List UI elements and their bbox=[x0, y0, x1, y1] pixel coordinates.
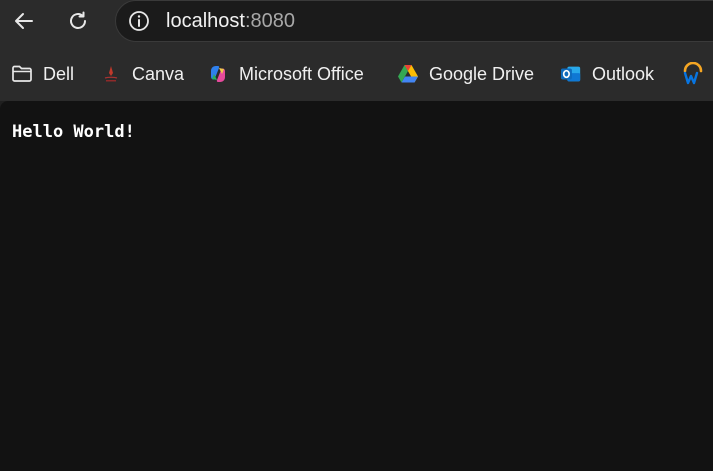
bookmark-microsoft-office[interactable]: Microsoft Office bbox=[207, 58, 364, 90]
bookmark-workday[interactable] bbox=[682, 58, 713, 90]
outlook-icon bbox=[560, 63, 582, 85]
bookmark-google-drive[interactable]: Google Drive bbox=[397, 58, 534, 90]
browser-chrome: localhost:8080 Dell Canva Microsoft Offi… bbox=[0, 0, 713, 101]
bookmark-canva[interactable]: Canva bbox=[100, 58, 184, 90]
folder-icon bbox=[11, 63, 33, 85]
bookmark-label: Microsoft Office bbox=[239, 63, 364, 84]
hello-text: Hello World! bbox=[12, 122, 135, 142]
bookmark-dell[interactable]: Dell bbox=[11, 58, 74, 90]
address-bar[interactable]: localhost:8080 bbox=[115, 0, 713, 42]
info-icon bbox=[129, 11, 149, 31]
url-text[interactable]: localhost:8080 bbox=[166, 10, 295, 32]
workday-icon bbox=[682, 62, 704, 85]
reload-icon bbox=[70, 11, 86, 29]
back-arrow-icon bbox=[15, 13, 33, 29]
bookmark-label: Google Drive bbox=[429, 63, 535, 84]
canva-icon bbox=[100, 63, 122, 85]
url-port: :8080 bbox=[244, 10, 295, 32]
site-info-button[interactable] bbox=[126, 8, 152, 34]
page-content: Hello World! bbox=[0, 101, 713, 471]
bookmark-label: Canva bbox=[132, 63, 185, 84]
back-button[interactable] bbox=[7, 4, 41, 38]
reload-button[interactable] bbox=[61, 4, 95, 38]
google-drive-icon bbox=[397, 63, 419, 85]
bookmark-outlook[interactable]: Outlook bbox=[560, 58, 654, 90]
bookmarks-bar: Dell Canva Microsoft Office Google Drive… bbox=[0, 58, 713, 90]
microsoft-office-icon bbox=[207, 63, 229, 85]
bookmark-label: Outlook bbox=[592, 63, 655, 84]
bookmark-label: Dell bbox=[43, 63, 75, 84]
browser-toolbar: localhost:8080 bbox=[0, 0, 713, 42]
url-host: localhost bbox=[166, 10, 245, 32]
